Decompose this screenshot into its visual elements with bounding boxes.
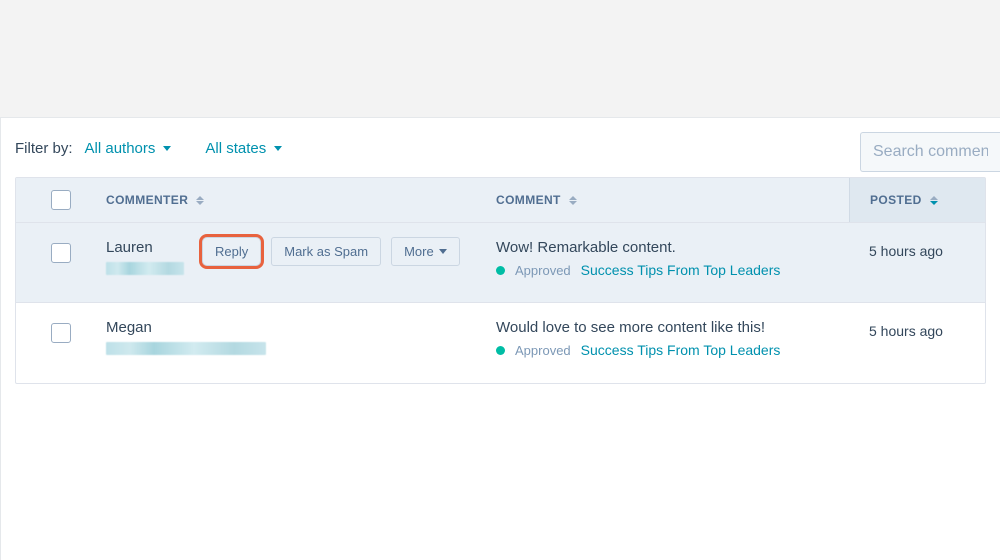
posted-cell: 5 hours ago — [849, 319, 985, 339]
column-commenter[interactable]: COMMENTER — [106, 193, 204, 207]
filter-authors-dropdown[interactable]: All authors — [85, 140, 172, 157]
filter-states-label: All states — [205, 140, 266, 157]
filter-by-label: Filter by: — [15, 140, 73, 157]
comments-panel: Filter by: All authors All states COMMEN… — [0, 117, 1000, 560]
column-posted[interactable]: POSTED — [870, 193, 938, 207]
commenter-cell: Lauren — [106, 239, 184, 275]
redacted-email — [106, 262, 184, 275]
status-badge: Approved — [515, 343, 571, 358]
more-button[interactable]: More — [391, 237, 460, 266]
row-checkbox[interactable] — [51, 243, 71, 263]
sort-icon — [930, 196, 938, 205]
posted-cell: 5 hours ago — [849, 239, 985, 259]
table-row[interactable]: Lauren Reply Mark as Spam More Wow! Rema… — [16, 223, 985, 303]
table-header: COMMENTER COMMENT POSTED — [16, 178, 985, 223]
chevron-down-icon — [274, 146, 282, 151]
comment-cell: Would love to see more content like this… — [496, 319, 849, 358]
table-row[interactable]: Megan Would love to see more content lik… — [16, 303, 985, 383]
comments-table: COMMENTER COMMENT POSTED — [15, 177, 986, 384]
post-link[interactable]: Success Tips From Top Leaders — [581, 342, 781, 358]
row-checkbox[interactable] — [51, 323, 71, 343]
commenter-name: Lauren — [106, 239, 184, 256]
column-comment[interactable]: COMMENT — [496, 193, 577, 207]
status-dot-icon — [496, 266, 505, 275]
more-label: More — [404, 244, 434, 259]
filter-states-dropdown[interactable]: All states — [205, 140, 282, 157]
comment-text: Wow! Remarkable content. — [496, 239, 849, 256]
column-posted-label: POSTED — [870, 193, 922, 207]
comment-cell: Wow! Remarkable content. Approved Succes… — [496, 239, 849, 278]
filter-authors-label: All authors — [85, 140, 156, 157]
mark-spam-button[interactable]: Mark as Spam — [271, 237, 381, 266]
column-comment-label: COMMENT — [496, 193, 561, 207]
commenter-cell: Megan — [106, 319, 266, 355]
reply-button[interactable]: Reply — [202, 237, 261, 266]
commenter-name: Megan — [106, 319, 266, 336]
search-input[interactable] — [860, 132, 1000, 172]
status-dot-icon — [496, 346, 505, 355]
chevron-down-icon — [163, 146, 171, 151]
column-commenter-label: COMMENTER — [106, 193, 188, 207]
filter-bar: Filter by: All authors All states — [1, 118, 1000, 177]
chevron-down-icon — [439, 249, 447, 254]
row-actions: Reply Mark as Spam More — [202, 237, 460, 266]
comment-text: Would love to see more content like this… — [496, 319, 849, 336]
sort-icon — [569, 196, 577, 205]
status-badge: Approved — [515, 263, 571, 278]
select-all-checkbox[interactable] — [51, 190, 71, 210]
sort-icon — [196, 196, 204, 205]
post-link[interactable]: Success Tips From Top Leaders — [581, 262, 781, 278]
redacted-email — [106, 342, 266, 355]
